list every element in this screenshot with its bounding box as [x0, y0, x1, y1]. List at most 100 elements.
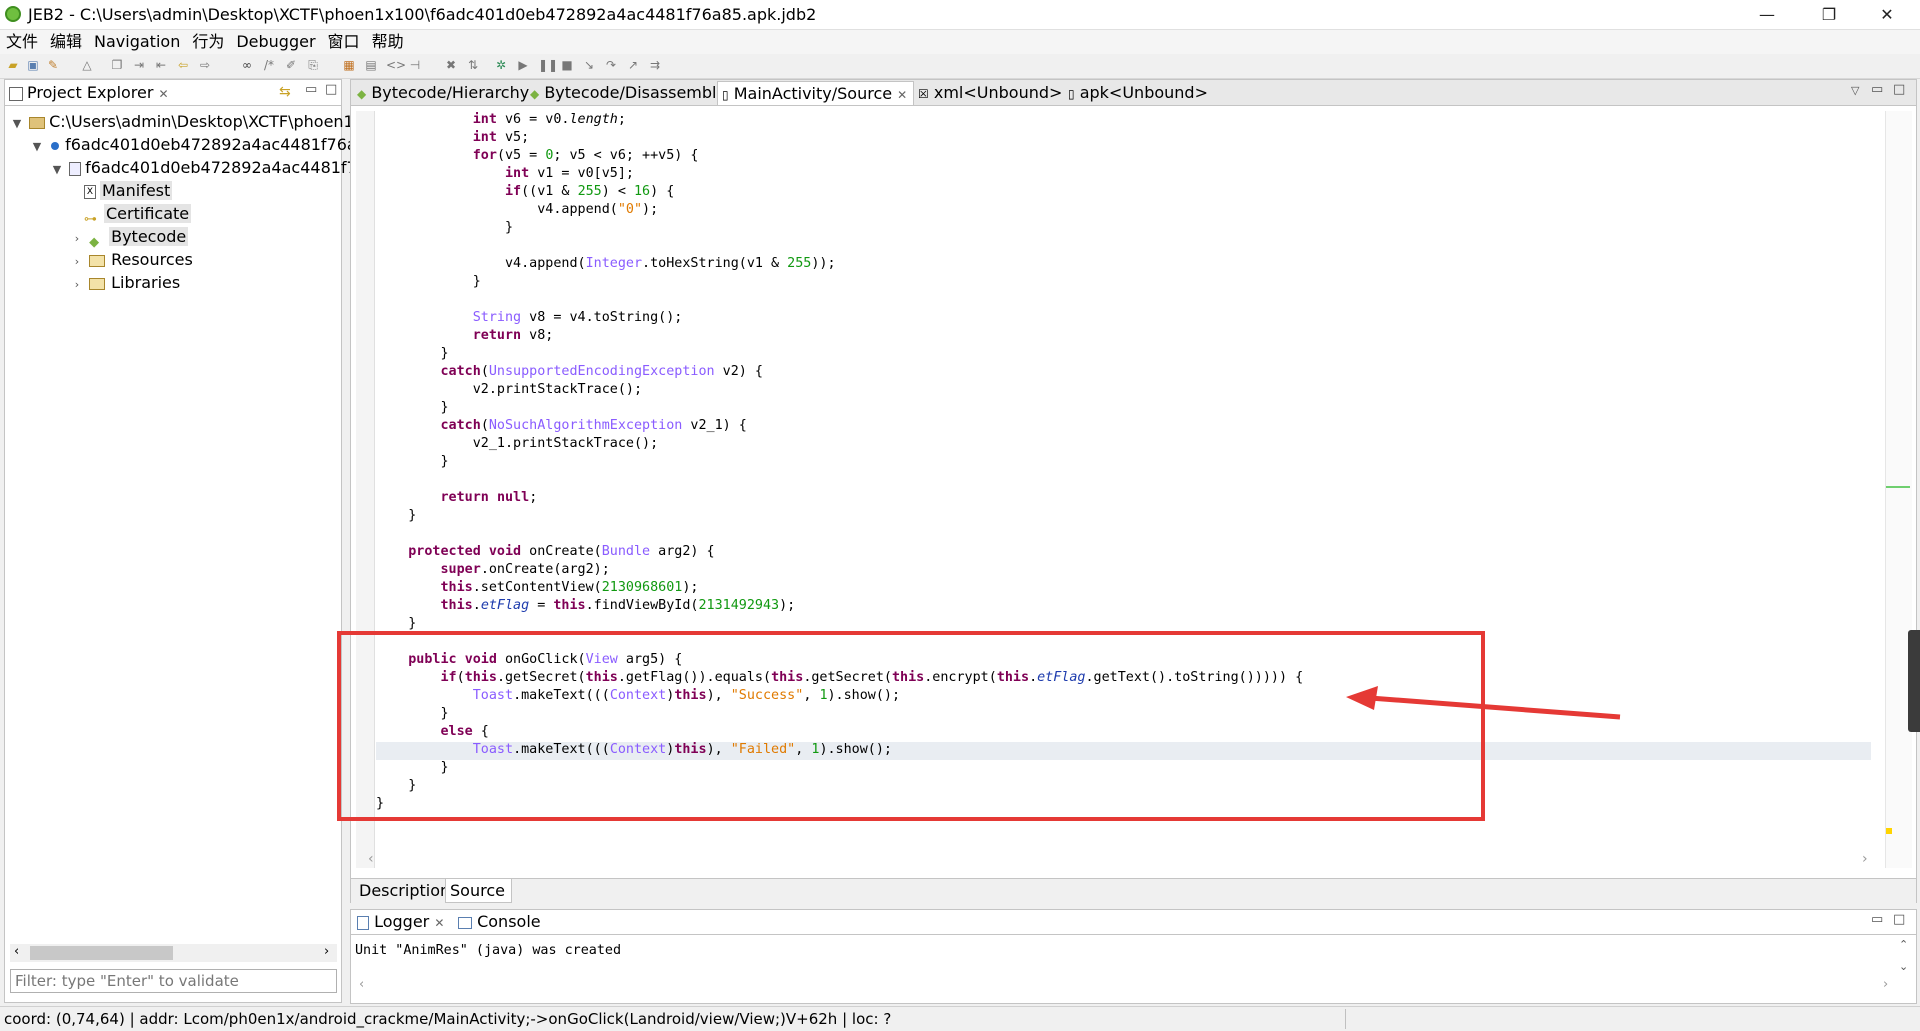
maximize-view-icon[interactable]: □ [325, 82, 337, 97]
maximize-button[interactable]: ❐ [1806, 0, 1852, 29]
chevron-down-icon[interactable]: ▼ [50, 158, 64, 181]
stop-icon[interactable]: ■ [560, 58, 574, 72]
code-line: } [376, 400, 449, 415]
folder-icon [89, 254, 106, 267]
minimize-view-icon[interactable]: ▭ [1871, 912, 1883, 927]
menu-action[interactable]: 行为 [186, 30, 230, 54]
pause-icon[interactable]: ❚❚ [538, 58, 558, 72]
tab-bytecode-hierarchy[interactable]: ◆ Bytecode/Hierarchy [353, 81, 535, 105]
struct-icon[interactable]: ▤ [364, 58, 378, 72]
filter-icon[interactable]: ⇅ [466, 58, 480, 72]
android-icon: ◆ [357, 87, 367, 101]
link-editor-icon[interactable]: ⇆ [279, 84, 291, 100]
minimize-view-icon[interactable]: ▭ [1871, 82, 1883, 97]
filter-input[interactable]: Filter: type "Enter" to validate [10, 969, 337, 993]
tab-description[interactable]: Description [355, 879, 456, 903]
link-icon[interactable]: ∞ [240, 58, 254, 72]
decompile-icon[interactable]: ⊣ [408, 58, 422, 72]
run-icon[interactable]: ▶ [516, 58, 530, 72]
chevron-down-icon[interactable]: ▼ [10, 112, 24, 135]
tab-label: xml<Unbound> [933, 83, 1063, 102]
scroll-right-icon[interactable]: › [1862, 851, 1868, 867]
chevron-right-icon[interactable]: › [70, 227, 84, 250]
menu-file[interactable]: 文件 [0, 30, 44, 54]
maximize-view-icon[interactable]: □ [1893, 912, 1905, 927]
tab-project-explorer[interactable]: Project Explorer ✕ [5, 81, 175, 105]
scroll-down-icon[interactable]: ⌄ [1899, 960, 1908, 973]
annotation-arrow [1346, 686, 1621, 720]
import-icon[interactable]: ⇥ [132, 58, 146, 72]
tree-item-manifest[interactable]: X Manifest [10, 179, 340, 202]
chevron-right-icon[interactable]: › [70, 273, 84, 296]
tree-item-certificate[interactable]: ⊶ Certificate [10, 202, 340, 227]
tab-xml-unbound[interactable]: ☒ xml<Unbound> [914, 81, 1068, 105]
delete-icon[interactable]: ✖ [444, 58, 458, 72]
menu-navigation[interactable]: Navigation [88, 30, 186, 54]
tab-mainactivity-source[interactable]: ▯ MainActivity/Source ✕ [717, 81, 915, 105]
minimize-button[interactable]: — [1744, 0, 1790, 29]
close-tab-icon[interactable]: ✕ [159, 87, 169, 101]
tree-item-libraries[interactable]: › Libraries [10, 271, 340, 294]
menu-debugger[interactable]: Debugger [230, 30, 321, 54]
scroll-left-icon[interactable]: ‹ [14, 944, 19, 959]
tab-logger[interactable]: Logger ✕ [353, 910, 451, 934]
close-tab-icon[interactable]: ✕ [434, 916, 444, 930]
debug-icon[interactable]: ✲ [494, 58, 508, 72]
tree-manifest-label: Manifest [100, 181, 173, 200]
step-out-icon[interactable]: ↗ [626, 58, 640, 72]
chevron-right-icon[interactable]: › [70, 250, 84, 273]
run-to-icon[interactable]: ⇉ [648, 58, 662, 72]
minimize-view-icon[interactable]: ▭ [305, 82, 317, 97]
tab-console[interactable]: Console [454, 910, 547, 934]
scroll-thumb[interactable] [30, 946, 173, 960]
tab-apk-unbound[interactable]: ▯ apk<Unbound> [1064, 81, 1214, 105]
tab-source[interactable]: Source [445, 879, 512, 903]
code-line: } [376, 454, 449, 469]
tree-item-artifact[interactable]: ▼ f6adc401d0eb472892a4ac4481f76a8 [10, 133, 367, 158]
tree-item-apk[interactable]: ▼ f6adc401d0eb472892a4ac4481f76 [10, 156, 367, 181]
explorer-hscrollbar[interactable]: ‹ › [10, 944, 337, 962]
scroll-right-icon[interactable]: › [1883, 977, 1888, 992]
export-icon[interactable]: ⇤ [154, 58, 168, 72]
xref-icon[interactable]: ⎘ [306, 58, 320, 72]
tab-bytecode-disassembly[interactable]: ◆ Bytecode/Disassembly [526, 81, 732, 105]
code-icon[interactable]: <> [386, 58, 406, 72]
tree-libraries-label: Libraries [111, 273, 181, 292]
side-scroll-handle[interactable] [1908, 630, 1920, 732]
step-into-icon[interactable]: ↘ [582, 58, 596, 72]
back-icon[interactable]: ⇦ [176, 58, 190, 72]
step-over-icon[interactable]: ↷ [604, 58, 618, 72]
logger-icon [357, 915, 369, 930]
close-tab-icon[interactable]: ✕ [897, 88, 907, 102]
scroll-right-icon[interactable]: › [324, 944, 329, 959]
save-icon[interactable]: ▣ [26, 58, 40, 72]
code-line: int v5; [472, 130, 530, 145]
menu-edit[interactable]: 编辑 [44, 30, 88, 54]
warning-icon[interactable]: △ [80, 58, 94, 72]
code-line: return null; [440, 490, 538, 505]
tree-item-resources[interactable]: › Resources [10, 248, 340, 271]
comment-icon[interactable]: /* [262, 58, 276, 72]
menu-window[interactable]: 窗口 [322, 30, 366, 54]
overview-ruler[interactable] [1885, 111, 1912, 868]
chevron-down-icon[interactable]: ▼ [30, 135, 44, 158]
tree-item-root[interactable]: ▼ C:\Users\admin\Desktop\XCTF\phoen1: [10, 110, 359, 135]
new-icon[interactable]: ❐ [110, 58, 124, 72]
tree-item-bytecode[interactable]: › ◆ Bytecode [10, 225, 340, 250]
grid-icon[interactable]: ▦ [342, 58, 356, 72]
properties-icon[interactable]: ✎ [46, 58, 60, 72]
scroll-left-icon[interactable]: ‹ [359, 977, 364, 992]
rename-icon[interactable]: ✐ [284, 58, 298, 72]
menu-help[interactable]: 帮助 [366, 30, 410, 54]
chevron-down-icon[interactable]: ▽ [1851, 84, 1859, 97]
forward-icon[interactable]: ⇨ [198, 58, 212, 72]
tab-label: apk<Unbound> [1079, 83, 1208, 102]
scroll-left-icon[interactable]: ‹ [368, 851, 374, 867]
close-button[interactable]: ✕ [1864, 0, 1910, 29]
scroll-up-icon[interactable]: ⌃ [1899, 938, 1908, 951]
maximize-view-icon[interactable]: □ [1893, 82, 1905, 97]
code-line: catch(UnsupportedEncodingException v2) { [440, 364, 763, 379]
open-icon[interactable]: ▰ [6, 58, 20, 72]
editor-hscrollbar[interactable]: ‹ › [356, 851, 1916, 869]
